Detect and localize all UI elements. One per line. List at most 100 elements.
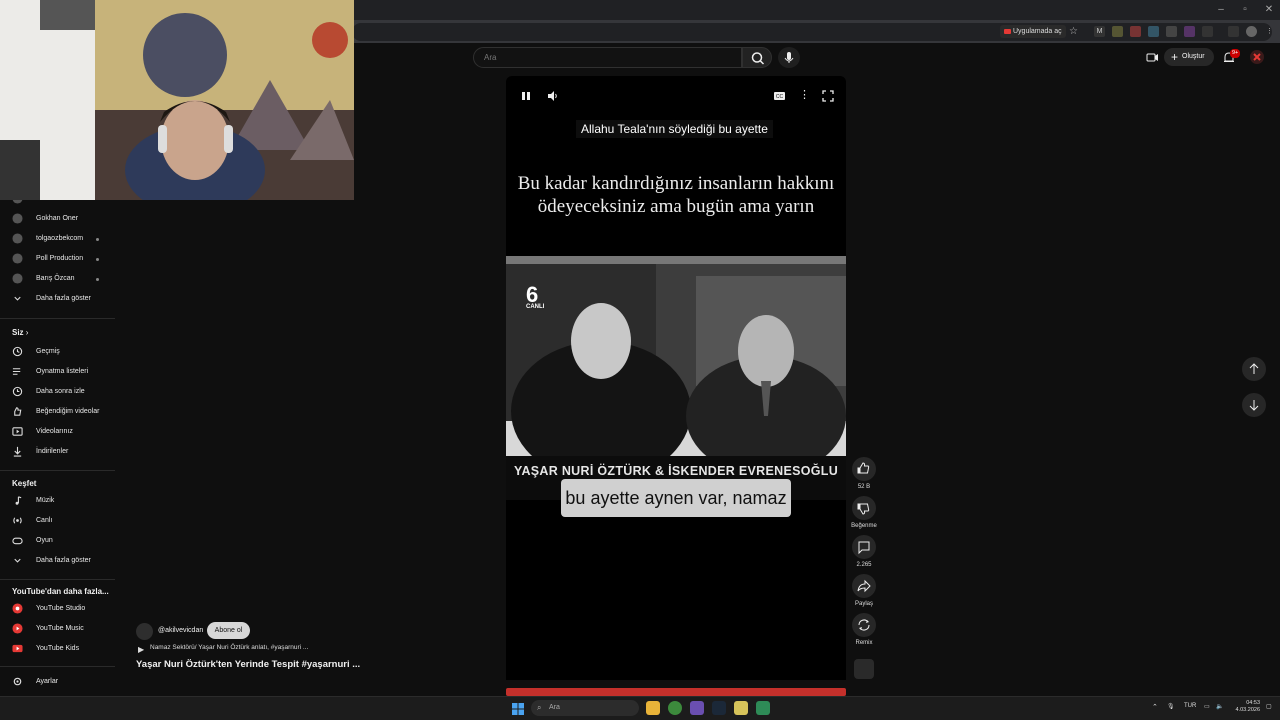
pause-button[interactable] — [520, 89, 532, 101]
sidebar-item[interactable]: Oynatma listeleri — [0, 362, 115, 382]
search-icon: ⌕ — [537, 703, 542, 712]
extension-icon[interactable] — [1130, 26, 1141, 37]
sidebar-divider — [0, 666, 115, 667]
tab-search-icon[interactable] — [1228, 26, 1239, 37]
sidebar-item[interactable]: Oyun — [0, 531, 115, 551]
sidebar-item[interactable]: Videolarınız — [0, 422, 115, 442]
browser-menu-icon[interactable]: ⋮ — [1264, 26, 1275, 37]
remix-label: Remix — [855, 640, 873, 646]
sidebar-item-label: Canlı — [36, 517, 53, 524]
voice-search-button[interactable] — [778, 47, 800, 68]
discord-icon[interactable] — [690, 701, 704, 715]
sidebar-item[interactable]: Poll Production — [0, 249, 115, 269]
maximize-icon[interactable]: ▫ — [1238, 3, 1252, 17]
file-explorer-icon[interactable] — [646, 701, 660, 715]
extension-icon[interactable] — [1112, 26, 1123, 37]
clock-time: 04:53 — [1246, 700, 1260, 706]
sidebar-item-label: YouTube Music — [36, 625, 84, 632]
comment-icon — [858, 541, 870, 555]
seek-bar[interactable] — [506, 688, 846, 696]
language-indicator[interactable]: TUR — [1184, 703, 1196, 709]
clock[interactable]: 04:53 4.03.2026 — [1232, 700, 1260, 714]
app-icon[interactable] — [734, 701, 748, 715]
sidebar-item-label: Oynatma listeleri — [36, 368, 89, 375]
account-avatar[interactable] — [1250, 50, 1264, 64]
search-button[interactable] — [742, 47, 772, 68]
live-icon — [13, 517, 22, 524]
volume-tray-icon[interactable]: 🔈 — [1216, 703, 1223, 710]
music-icon — [15, 496, 22, 505]
sidebar-item[interactable]: YouTube Studio — [0, 599, 115, 619]
channel-name[interactable]: @akilvevicdan — [158, 627, 203, 634]
sidebar-item[interactable]: Canlı — [0, 511, 115, 531]
sidebar-item-settings[interactable]: Ayarlar — [0, 672, 115, 692]
steam-icon[interactable] — [712, 701, 726, 715]
captions-icon: CC — [774, 92, 785, 100]
comments-button[interactable] — [852, 535, 876, 559]
sidebar-item[interactable]: Gokhan Oner — [0, 209, 115, 229]
extension-icon[interactable]: M — [1094, 26, 1105, 37]
subtitle: bu ayette aynen var, namaz — [561, 479, 791, 517]
notification-center-icon[interactable]: ▢ — [1266, 703, 1272, 710]
sidebar-item[interactable]: Daha fazla göster — [0, 289, 115, 309]
sound-thumbnail[interactable] — [854, 659, 874, 679]
live-dot — [96, 278, 99, 281]
channel-avatar[interactable] — [136, 623, 153, 640]
sidebar-item[interactable]: Beğendiğim videolar — [0, 402, 115, 422]
sidebar-item[interactable]: Daha fazla göster — [0, 551, 115, 571]
sidebar-heading-you[interactable]: Siz › — [12, 328, 28, 337]
sidebar-item[interactable]: YouTube Music — [0, 619, 115, 639]
like-button[interactable] — [852, 457, 876, 481]
sidebar-divider — [0, 470, 115, 471]
sidebar-item[interactable]: İndirilenler — [0, 442, 115, 462]
chrome-icon[interactable] — [668, 701, 682, 715]
bookmark-star-icon[interactable]: ☆ — [1068, 26, 1079, 37]
volume-button[interactable] — [547, 89, 559, 101]
tray-overflow-icon[interactable]: ⌃ — [1152, 703, 1158, 711]
sidebar-item[interactable]: tolgaozbekcom — [0, 229, 115, 249]
sidebar-item[interactable]: Geçmiş — [0, 342, 115, 362]
extension-icon[interactable] — [1148, 26, 1159, 37]
network-icon[interactable]: ▭ — [1204, 703, 1210, 710]
search-input[interactable]: Ara — [473, 47, 742, 68]
playlist-icon — [12, 368, 21, 375]
microphone-tray-icon[interactable]: 🎙 — [1167, 703, 1175, 710]
sidebar-item[interactable]: Müzik — [0, 491, 115, 511]
video-camera-icon[interactable] — [1146, 51, 1159, 64]
extension-icon[interactable] — [1184, 26, 1195, 37]
sidebar-item[interactable]: Barış Özcan — [0, 269, 115, 289]
windows-start-icon[interactable] — [512, 702, 524, 715]
open-in-app-button[interactable]: Uygulamada aç — [1000, 25, 1066, 38]
fullscreen-icon — [822, 90, 834, 102]
remix-button[interactable] — [852, 613, 876, 637]
minimize-icon[interactable]: – — [1214, 3, 1228, 17]
share-button[interactable] — [852, 574, 876, 598]
comment-count: 2.265 — [856, 562, 872, 568]
notification-badge: 9+ — [1230, 49, 1241, 58]
close-icon[interactable]: ✕ — [1262, 3, 1276, 17]
playlist-line[interactable]: Namaz Sektörü/ Yaşar Nuri Öztürk anlatı,… — [150, 644, 308, 651]
sidebar-heading-explore: Keşfet — [12, 479, 37, 488]
dislike-button[interactable] — [852, 496, 876, 520]
sidebar-item[interactable]: YouTube Kids — [0, 639, 115, 659]
video-title[interactable]: Yaşar Nuri Öztürk'ten Yerinde Tespit #ya… — [136, 659, 360, 670]
sidebar-item-label: YouTube Studio — [36, 605, 86, 612]
subscribe-button[interactable]: Abone ol — [207, 622, 250, 639]
extensions-puzzle-icon[interactable] — [1202, 26, 1213, 37]
extension-icon[interactable] — [1166, 26, 1177, 37]
create-button[interactable]: + Oluştur — [1164, 48, 1214, 66]
sidebar-item[interactable]: Daha sonra izle — [0, 382, 115, 402]
fullscreen-button[interactable] — [822, 89, 834, 102]
more-options-icon[interactable]: ⋮ — [799, 88, 810, 101]
previous-video-button[interactable] — [1242, 357, 1266, 381]
profile-avatar[interactable] — [1246, 26, 1257, 37]
video-icon — [12, 427, 23, 436]
sidebar-divider — [0, 579, 115, 580]
taskbar-search[interactable]: ⌕ Ara — [531, 700, 639, 716]
app-icon[interactable] — [756, 701, 770, 715]
next-video-button[interactable] — [1242, 393, 1266, 417]
captions-button[interactable]: CC — [773, 89, 786, 101]
live-dot — [96, 238, 99, 241]
volume-icon — [548, 91, 557, 101]
sidebar-item-label: Daha sonra izle — [36, 388, 85, 395]
